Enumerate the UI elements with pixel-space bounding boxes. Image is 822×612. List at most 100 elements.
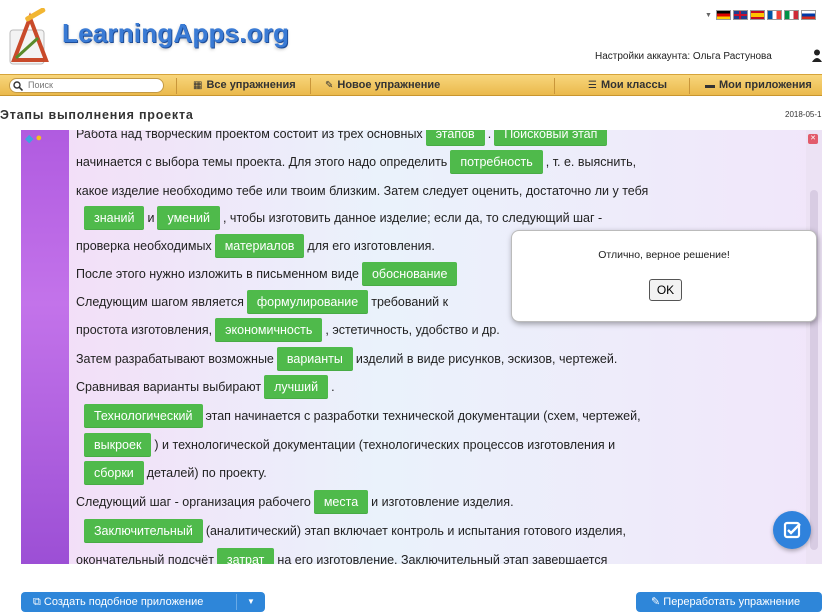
exercise-line: Работа над творческим проектом состоит и… [76, 130, 610, 146]
result-dialog: Отлично, верное решение! OK [511, 230, 817, 322]
exercise-text-segment: , чтобы изготовить данное изделие; если … [222, 210, 603, 225]
answer-chip[interactable]: умений [157, 205, 220, 230]
answer-chip[interactable]: выкроек [84, 432, 152, 457]
exercise-text-segment: После этого нужно изложить в письменном … [76, 266, 359, 281]
rework-label: Переработать упражнение [663, 596, 801, 608]
language-dropdown-icon[interactable]: ▼ [705, 12, 712, 19]
exercise-text-segment: этап начинается с разработки технической… [205, 408, 641, 423]
exercise-line: Затем разрабатывают возможные варианты и… [76, 346, 617, 371]
account-settings-link[interactable]: Настройки аккаунта: Ольга Растунова [595, 51, 772, 62]
flag-de-icon[interactable] [715, 10, 731, 20]
check-answers-button[interactable] [773, 511, 811, 549]
lightbulb-icon[interactable]: ● [35, 132, 42, 145]
answer-chip[interactable]: формулирование [246, 289, 369, 314]
exercise-line: начинается с выбора темы проекта. Для эт… [76, 149, 637, 174]
exercise-line: выкроек) и технологической документации … [81, 432, 616, 457]
exercise-line: знаний и умений, чтобы изготовить данное… [81, 205, 603, 230]
grid-icon: ▦ [193, 80, 203, 91]
app-left-panel [21, 130, 69, 564]
exercise-text-segment: . [331, 379, 335, 394]
exercise-text-segment: ) и технологической документации (технол… [154, 437, 616, 452]
folder-icon: ▬ [705, 80, 715, 91]
exercise-text-segment: . [487, 130, 492, 141]
create-similar-label: Создать подобное приложение [43, 596, 204, 608]
answer-chip[interactable]: потребность [450, 149, 543, 174]
answer-chip[interactable]: материалов [214, 233, 305, 258]
nav-my-classes[interactable]: ☰ Мои классы [588, 75, 667, 97]
dialog-message: Отлично, верное решение! [598, 249, 730, 261]
exercise-text-segment: для его изготовления. [307, 238, 435, 253]
flag-ru-icon[interactable] [800, 10, 816, 20]
button-divider [236, 594, 237, 610]
pencil-icon: ✎ [325, 80, 334, 91]
exercise-text-segment: , т. е. выяснить, [545, 154, 637, 169]
rework-exercise-button[interactable]: ✎ Переработать упражнение [636, 592, 822, 612]
exercise-text-segment: , эстетичность, удобство и др. [325, 322, 500, 337]
exercise-line: сборки деталей) по проекту. [81, 460, 267, 485]
nav-all-exercises-label: Все упражнения [206, 79, 296, 91]
exercise-line: какое изделие необходимо тебе или твоим … [76, 178, 648, 202]
search-icon [13, 81, 23, 91]
answer-chip[interactable]: обоснование [361, 261, 458, 286]
flag-fr-icon[interactable] [766, 10, 782, 20]
exercise-text-segment: Сравнивая варианты выбирают [76, 379, 262, 394]
nav-my-classes-label: Мои классы [600, 79, 668, 91]
exercise-line: Заключительный (аналитический) этап вклю… [81, 518, 626, 543]
nav-all-exercises[interactable]: ▦ Все упражнения [193, 75, 296, 97]
nav-divider [689, 78, 690, 94]
nav-divider [554, 78, 555, 94]
nav-my-apps-label: Мои приложения [719, 79, 812, 91]
app-scrollbar[interactable]: ✕ [806, 130, 822, 564]
language-flags: ▼ [705, 10, 816, 20]
nav-new-exercise[interactable]: ✎ Новое упражнение [325, 75, 440, 97]
exercise-text-segment: и изготовление изделия. [371, 494, 514, 509]
close-icon[interactable]: ✕ [808, 134, 818, 144]
answer-chip[interactable]: экономичность [215, 317, 323, 342]
logo-icon[interactable] [8, 8, 60, 66]
user-icon[interactable] [812, 49, 822, 62]
exercise-line: простота изготовления, экономичность, эс… [76, 317, 500, 342]
exercise-line: Сравнивая варианты выбирают лучший. [76, 374, 335, 399]
exercise-text-segment: Следующим шагом является [76, 294, 244, 309]
exercise-text-segment: простота изготовления, [76, 322, 213, 337]
answer-chip[interactable]: варианты [276, 346, 353, 371]
answer-chip[interactable]: Поисковый этап [494, 130, 608, 146]
exercise-line: окончательный подсчёт затрат на его изго… [76, 547, 607, 564]
answer-chip[interactable]: этапов [425, 130, 485, 146]
answer-chip[interactable]: Технологический [84, 403, 203, 428]
exercise-text-segment: (аналитический) этап включает контроль и… [205, 523, 626, 538]
exercise-text-segment: Следующий шаг - организация рабочего [76, 494, 311, 509]
app-corner-icons: ◆ ● [25, 132, 42, 145]
puzzle-icon[interactable]: ◆ [25, 132, 33, 145]
flag-es-icon[interactable] [749, 10, 765, 20]
exercise-text-segment: Затем разрабатывают возможные [76, 351, 274, 366]
exercise-text-segment: какое изделие необходимо тебе или твоим … [76, 183, 649, 198]
answer-chip[interactable]: затрат [216, 547, 275, 564]
flag-it-icon[interactable] [783, 10, 799, 20]
exercise-text-segment: Работа над творческим проектом состоит и… [76, 130, 423, 141]
pencil-icon: ✎ [651, 596, 664, 608]
exercise-line: проверка необходимых материалов для его … [76, 233, 435, 258]
exercise-line: Технологический этап начинается с разраб… [81, 403, 641, 428]
main-nav: Поиск ▦ Все упражнения ✎ Новое упражнение … [0, 74, 822, 96]
exercise-text-segment: окончательный подсчёт [76, 552, 214, 564]
answer-chip[interactable]: знаний [84, 205, 145, 230]
answer-chip[interactable]: лучший [264, 374, 329, 399]
checklist-icon [783, 521, 801, 539]
site-header: LearningApps.org ▼ Настройки аккаунта: О… [0, 0, 822, 73]
nav-my-apps[interactable]: ▬ Мои приложения [705, 75, 812, 97]
exercise-text-segment: требований к [371, 294, 449, 309]
logo-text[interactable]: LearningApps.org [62, 18, 289, 49]
ok-button[interactable]: OK [649, 279, 682, 301]
answer-chip[interactable]: Заключительный [84, 518, 203, 543]
answer-chip[interactable]: сборки [84, 460, 144, 485]
create-similar-button[interactable]: ⧉ Создать подобное приложение ▼ [21, 592, 265, 612]
flag-gb-icon[interactable] [732, 10, 748, 20]
exercise-text-segment: начинается с выбора темы проекта. Для эт… [76, 154, 448, 169]
exercise-line: После этого нужно изложить в письменном … [76, 261, 460, 286]
exercise-line: Следующим шагом является формулирование … [76, 289, 449, 314]
search-input[interactable]: Поиск [9, 78, 164, 93]
exercise-text-segment: деталей) по проекту. [146, 465, 267, 480]
caret-down-icon[interactable]: ▼ [247, 592, 255, 612]
answer-chip[interactable]: места [313, 489, 369, 514]
